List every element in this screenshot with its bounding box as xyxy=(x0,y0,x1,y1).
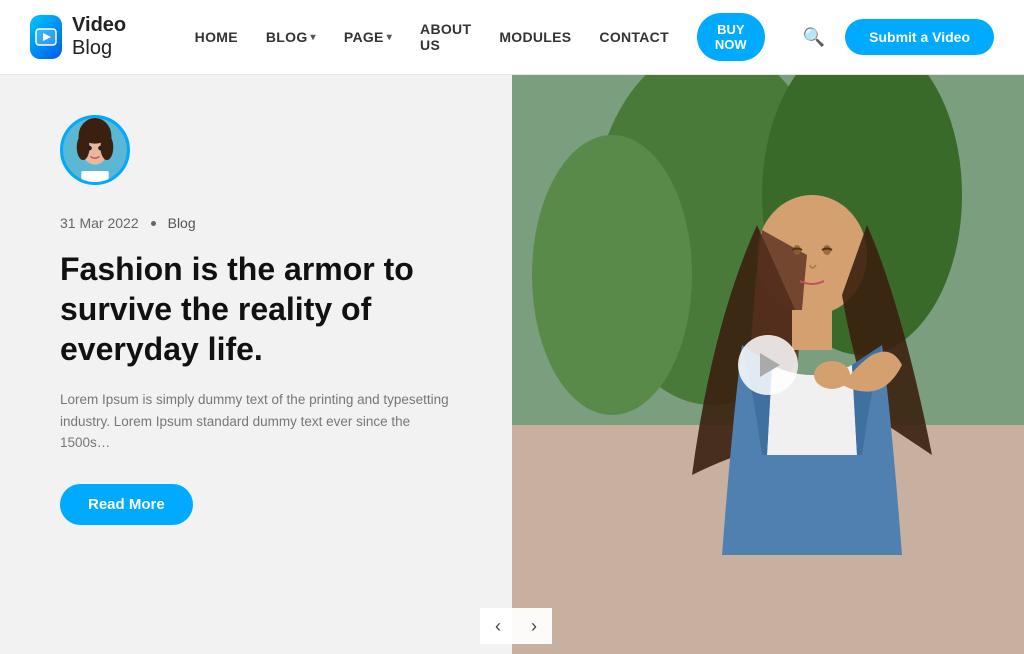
play-button[interactable] xyxy=(738,335,798,395)
nav-item-blog[interactable]: BLOG ▾ xyxy=(266,29,316,45)
post-meta-dot xyxy=(151,221,156,226)
logo-text: Video Blog xyxy=(72,14,145,60)
buy-now-button[interactable]: BUY NOW xyxy=(697,13,765,61)
submit-video-button[interactable]: Submit a Video xyxy=(845,19,994,55)
right-panel xyxy=(512,75,1024,654)
post-excerpt: Lorem Ipsum is simply dummy text of the … xyxy=(60,389,462,454)
page-dropdown-arrow: ▾ xyxy=(387,32,392,43)
main-content: 31 Mar 2022 Blog Fashion is the armor to… xyxy=(0,75,1024,654)
blog-dropdown-arrow: ▾ xyxy=(311,32,316,43)
nav-item-home[interactable]: HOME xyxy=(195,29,238,45)
prev-arrow-icon: ‹ xyxy=(495,616,501,637)
carousel-prev-button[interactable]: ‹ xyxy=(480,608,516,644)
read-more-button[interactable]: Read More xyxy=(60,484,193,525)
post-meta: 31 Mar 2022 Blog xyxy=(60,215,462,231)
nav-item-contact[interactable]: CONTACT xyxy=(599,29,669,45)
logo[interactable]: Video Blog xyxy=(30,14,145,60)
next-arrow-icon: › xyxy=(531,616,537,637)
nav-links: HOME BLOG ▾ PAGE ▾ ABOUT US MODULES CONT… xyxy=(195,13,825,61)
logo-icon xyxy=(30,15,62,59)
avatar xyxy=(60,115,130,185)
nav-item-page[interactable]: PAGE ▾ xyxy=(344,29,392,45)
nav-item-modules[interactable]: MODULES xyxy=(499,29,571,45)
nav-item-about[interactable]: ABOUT US xyxy=(420,21,471,53)
post-date: 31 Mar 2022 xyxy=(60,215,139,231)
search-icon[interactable]: 🔍 xyxy=(803,27,825,48)
play-icon xyxy=(760,353,780,377)
carousel-next-button[interactable]: › xyxy=(516,608,552,644)
post-category: Blog xyxy=(168,215,196,231)
navbar: Video Blog HOME BLOG ▾ PAGE ▾ ABOUT US M… xyxy=(0,0,1024,75)
left-panel: 31 Mar 2022 Blog Fashion is the armor to… xyxy=(0,75,512,654)
post-title: Fashion is the armor to survive the real… xyxy=(60,249,462,369)
